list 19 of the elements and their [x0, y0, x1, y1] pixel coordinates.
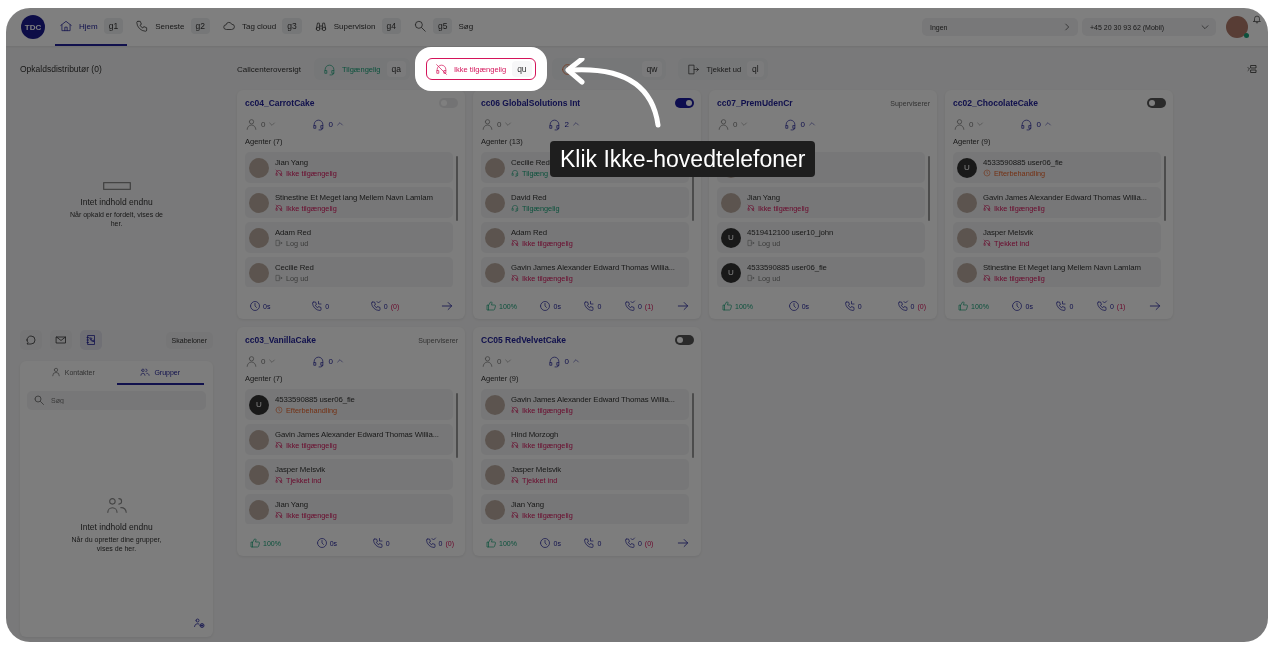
- avatar: U: [957, 157, 977, 178]
- logo: TDC: [21, 15, 45, 39]
- empty-title: Intet indhold endnu: [80, 521, 153, 532]
- shortcut-key: qw: [641, 61, 663, 77]
- avatar: U: [249, 394, 269, 415]
- shortcut-key: qa: [386, 61, 406, 77]
- shortcut-key: ql: [747, 61, 764, 77]
- tutorial-tooltip: Klik Ikke-hovedtelefoner: [550, 141, 816, 177]
- shortcut-key: g5: [432, 18, 453, 34]
- avatar: U: [721, 262, 741, 283]
- empty-title: Intet indhold endnu: [80, 196, 153, 207]
- shortcut-key: g1: [103, 18, 124, 34]
- shortcut-key: qu: [512, 61, 532, 77]
- shortcut-key: g2: [190, 18, 210, 34]
- avatar: U: [721, 227, 741, 248]
- section-title: Opkaldsdistributør (0): [20, 63, 102, 76]
- shortcut-key: g4: [381, 18, 401, 34]
- section-title: Callcenteroversigt: [237, 64, 302, 74]
- shortcut-key: g3: [282, 18, 302, 34]
